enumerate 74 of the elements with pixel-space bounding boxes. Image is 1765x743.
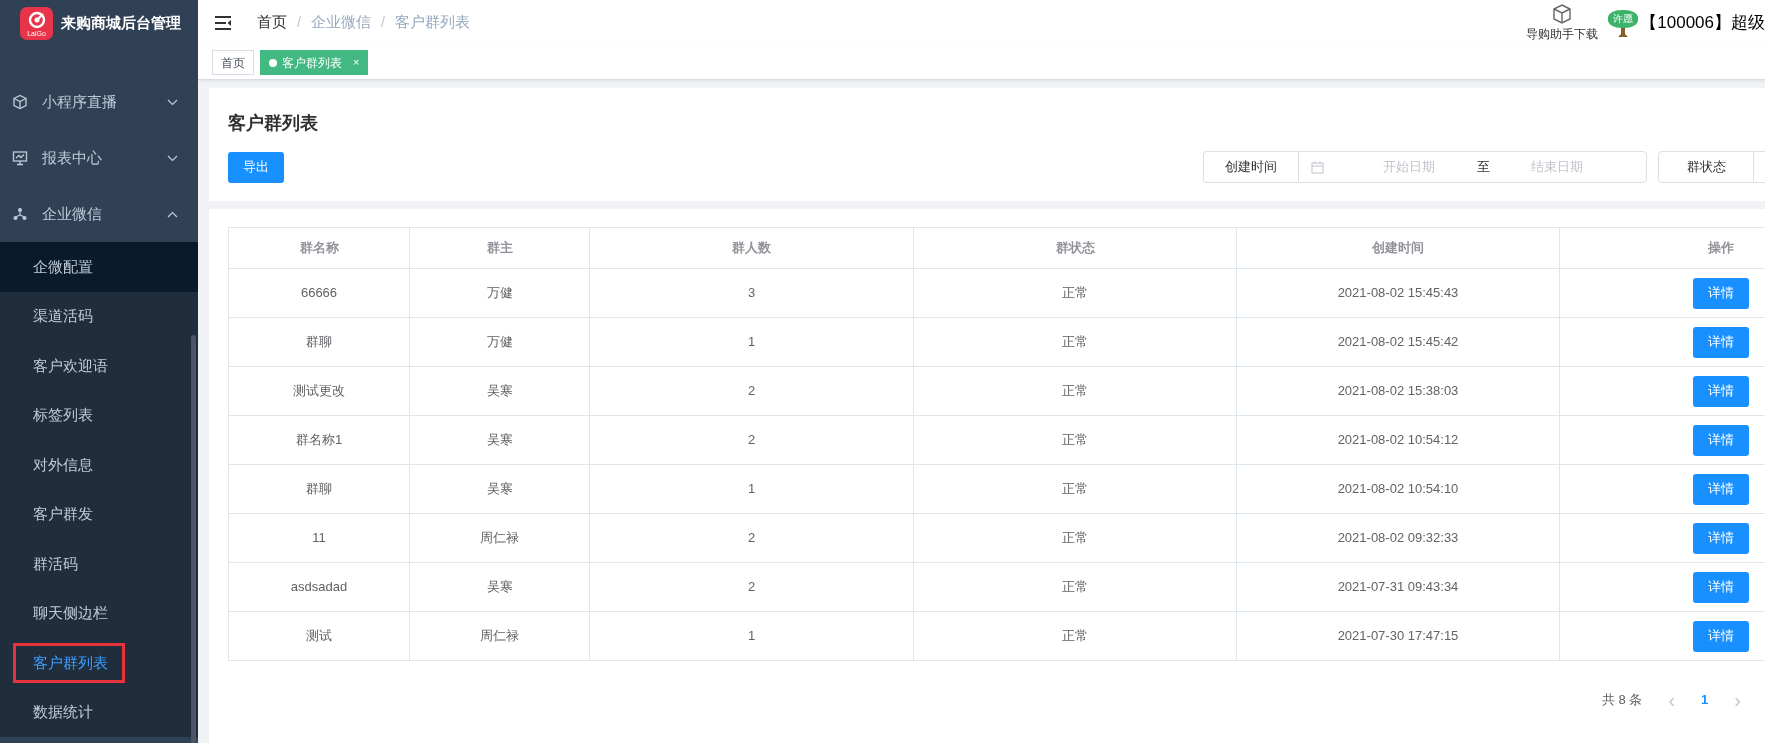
table-cell: 2 <box>589 513 914 563</box>
table-cell: 周仁禄 <box>409 611 590 661</box>
sidebar-subitem[interactable]: 客户群发 <box>33 503 93 526</box>
date-range-field[interactable]: 开始日期 至 结束日期 <box>1298 151 1647 183</box>
table-cell: 正常 <box>913 562 1237 612</box>
tab[interactable]: 首页 <box>212 50 254 75</box>
table-cell: 周仁禄 <box>409 513 590 563</box>
table-cell: 正常 <box>913 268 1237 318</box>
table-cell: 正常 <box>913 513 1237 563</box>
table-cell: 1 <box>589 611 914 661</box>
column-header: 群名称 <box>228 227 410 269</box>
sidebar-subitem[interactable]: 群活码 <box>33 552 78 575</box>
table-cell: 2 <box>589 562 914 612</box>
table-cell: 群聊 <box>228 464 410 514</box>
table-cell: 群聊 <box>228 317 410 367</box>
table-cell: 2021-08-02 15:45:43 <box>1236 268 1560 318</box>
table-cell: 正常 <box>913 415 1237 465</box>
table-cell: 吴寒 <box>409 415 590 465</box>
table-cell: 1 <box>589 317 914 367</box>
total-count: 共 8 条 <box>1601 691 1643 710</box>
sidebar-item[interactable]: 小程序直播 <box>0 74 198 130</box>
table-cell: 吴寒 <box>409 366 590 416</box>
table-cell: 1 <box>589 464 914 514</box>
page-title: 客户群列表 <box>228 112 319 135</box>
sidebar-subitem[interactable]: 企微配置 <box>0 242 198 292</box>
sidebar-item[interactable]: 报表中心 <box>0 130 198 186</box>
table-cell: 2021-08-02 15:45:42 <box>1236 317 1560 367</box>
table-cell: 2021-08-02 10:54:12 <box>1236 415 1560 465</box>
table-cell: 万健 <box>409 268 590 318</box>
table-cell: 2 <box>589 415 914 465</box>
column-header: 群人数 <box>589 227 914 269</box>
sidebar-item[interactable]: 企业微信 <box>0 186 198 242</box>
table-cell: 测试更改 <box>228 366 410 416</box>
filter-label: 群状态 <box>1658 151 1754 183</box>
table-cell: 吴寒 <box>409 464 590 514</box>
table-cell: 正常 <box>913 611 1237 661</box>
table-cell: 正常 <box>913 317 1237 367</box>
table-cell: 吴寒 <box>409 562 590 612</box>
table-cell: 正常 <box>913 366 1237 416</box>
sidebar-subitem[interactable]: 客户欢迎语 <box>33 354 108 377</box>
table-cell: 2 <box>589 366 914 416</box>
table-cell: 2021-08-02 09:32:33 <box>1236 513 1560 563</box>
user-name[interactable]: 【100006】超级 <box>1640 10 1765 36</box>
avatar-badge: 许愿 <box>1608 9 1639 28</box>
sidebar-subitem[interactable]: 对外信息 <box>33 453 93 476</box>
sidebar-subitem[interactable]: 数据统计 <box>33 701 93 724</box>
table-cell: 66666 <box>228 268 410 318</box>
sidebar-subitem[interactable]: 标签列表 <box>33 404 93 427</box>
app-title: 来购商城后台管理 <box>61 12 181 33</box>
table-cell: 万健 <box>409 317 590 367</box>
breadcrumb-item: 客户群列表 <box>395 14 471 31</box>
column-header: 创建时间 <box>1236 227 1560 269</box>
table-cell: 正常 <box>913 464 1237 514</box>
table-cell: 11 <box>228 513 410 563</box>
column-header: 群主 <box>409 227 590 269</box>
table-cell: 2021-08-02 10:54:10 <box>1236 464 1560 514</box>
sidebar-subitem[interactable]: 客户群列表 <box>13 642 125 683</box>
page-number[interactable]: 1 <box>1701 690 1709 710</box>
column-header: 群状态 <box>913 227 1237 269</box>
table-cell: 测试 <box>228 611 410 661</box>
sidebar-subitem[interactable]: 渠道活码 <box>33 305 93 328</box>
filter-label: 创建时间 <box>1203 151 1298 183</box>
table-cell: asdsadad <box>228 562 410 612</box>
table-cell: 2021-08-02 15:38:03 <box>1236 366 1560 416</box>
download-link[interactable]: 导购助手下载 <box>1526 25 1599 43</box>
table-cell: 3 <box>589 268 914 318</box>
table-cell: 群名称1 <box>228 415 410 465</box>
breadcrumb-separator: / <box>381 14 386 31</box>
sidebar-subitem[interactable]: 聊天侧边栏 <box>33 602 108 625</box>
column-header: 操作 <box>1559 227 1765 269</box>
table-cell: 2021-07-30 17:47:15 <box>1236 611 1560 661</box>
breadcrumb-item[interactable]: 首页 <box>257 14 287 31</box>
table-cell: 2021-07-31 09:43:34 <box>1236 562 1560 612</box>
breadcrumb-separator: / <box>297 14 302 31</box>
